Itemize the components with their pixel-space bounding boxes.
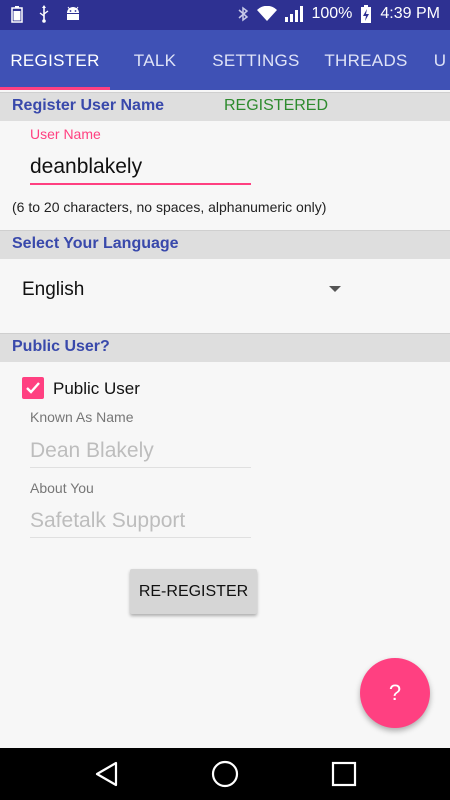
about-you-underline <box>30 537 251 538</box>
public-user-checkbox[interactable] <box>22 377 44 399</box>
tab-talk[interactable]: TALK <box>110 30 200 90</box>
battery-100-icon <box>10 5 24 23</box>
active-tab-indicator <box>0 87 110 90</box>
re-register-button[interactable]: RE-REGISTER <box>130 569 257 614</box>
chevron-down-icon <box>329 286 341 292</box>
back-button[interactable] <box>77 748 137 800</box>
tab-threads[interactable]: THREADS <box>312 30 420 90</box>
tab-settings[interactable]: SETTINGS <box>200 30 312 90</box>
registration-status: REGISTERED <box>224 97 329 114</box>
username-helper-text: (6 to 20 characters, no spaces, alphanum… <box>12 199 327 215</box>
language-section-title: Select Your Language <box>12 235 179 252</box>
bluetooth-icon <box>237 5 249 23</box>
usb-icon <box>38 5 50 23</box>
signal-icon <box>285 6 304 22</box>
username-input[interactable] <box>30 152 250 182</box>
about-you-label: About You <box>30 480 94 496</box>
checkmark-icon <box>26 382 40 394</box>
tab-bar: REGISTER TALK SETTINGS THREADS U <box>0 30 450 90</box>
clock: 4:39 PM <box>380 5 440 22</box>
username-label: User Name <box>30 126 101 142</box>
system-nav-bar <box>0 748 450 800</box>
recents-button[interactable] <box>314 748 374 800</box>
android-debug-icon <box>64 5 82 23</box>
wifi-icon <box>257 6 278 22</box>
home-circle-icon <box>211 760 239 788</box>
register-section-title: Register User Name <box>12 97 165 114</box>
known-as-underline <box>30 467 251 468</box>
battery-charging-icon <box>360 4 372 24</box>
home-button[interactable] <box>195 748 255 800</box>
language-section-header: Select Your Language <box>0 230 450 259</box>
public-section-title: Public User? <box>12 338 110 355</box>
about-you-input[interactable] <box>30 507 250 535</box>
username-underline <box>30 183 251 185</box>
known-as-label: Known As Name <box>30 409 134 425</box>
register-section-header: Register User Name REGISTERED <box>0 92 450 121</box>
help-fab-button[interactable]: ? <box>360 658 430 728</box>
language-selected: English <box>22 279 85 300</box>
recents-square-icon <box>331 761 357 787</box>
tab-register[interactable]: REGISTER <box>0 30 110 90</box>
battery-percent: 100% <box>311 5 353 22</box>
public-user-label[interactable]: Public User <box>53 379 140 399</box>
status-bar: 100% 4:39 PM <box>0 0 450 30</box>
tab-partial[interactable]: U <box>420 30 450 90</box>
back-triangle-icon <box>95 761 118 787</box>
known-as-input[interactable] <box>30 437 250 465</box>
language-dropdown[interactable]: English <box>0 262 360 318</box>
public-section-header: Public User? <box>0 333 450 362</box>
